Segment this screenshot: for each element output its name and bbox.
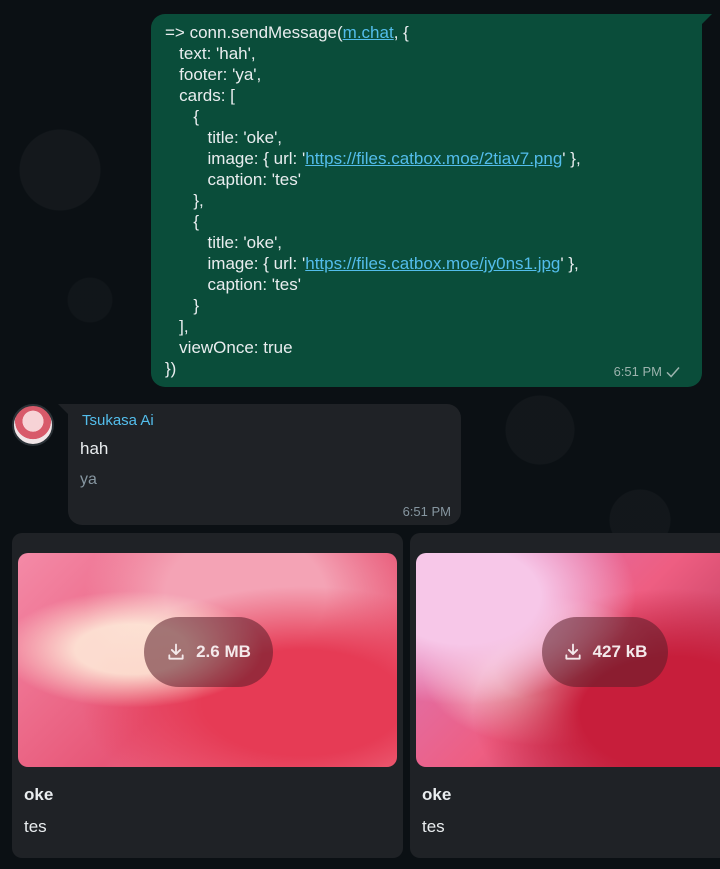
download-icon bbox=[564, 643, 581, 660]
code-link[interactable]: https://files.catbox.moe/jy0ns1.jpg bbox=[305, 254, 560, 273]
code-line: ], bbox=[165, 317, 189, 336]
card-caption: tes bbox=[422, 817, 445, 836]
message-time: 6:51 PM bbox=[402, 504, 451, 519]
file-size: 427 kB bbox=[592, 642, 648, 661]
code-message-text: => conn.sendMessage(m.chat, { text: 'hah… bbox=[165, 22, 688, 379]
code-line: } bbox=[165, 296, 200, 315]
code-link[interactable]: https://files.catbox.moe/2tiav7.png bbox=[305, 149, 562, 168]
code-line: footer: 'ya', bbox=[165, 65, 262, 84]
code-line: image: { url: 'https://files.catbox.moe/… bbox=[165, 149, 581, 168]
carousel-card[interactable]: 2.6 MB oke tes bbox=[12, 533, 403, 858]
incoming-message-bubble[interactable]: Tsukasa Ai hah ya 6:51 PM bbox=[58, 404, 461, 525]
card-image[interactable]: 427 kB bbox=[416, 553, 720, 767]
message-time: 6:51 PM bbox=[613, 364, 662, 379]
sender-name[interactable]: Tsukasa Ai bbox=[82, 412, 449, 429]
carousel-card[interactable]: 427 kB oke tes bbox=[410, 533, 720, 858]
code-line: title: 'oke', bbox=[165, 233, 283, 252]
message-footer: ya bbox=[80, 471, 97, 488]
code-line: { bbox=[165, 212, 200, 231]
code-line: => conn.sendMessage(m.chat, { bbox=[165, 23, 409, 42]
code-line: caption: 'tes' bbox=[165, 275, 301, 294]
code-line: cards: [ bbox=[165, 86, 235, 105]
download-button[interactable]: 427 kB bbox=[542, 617, 668, 687]
code-line: image: { url: 'https://files.catbox.moe/… bbox=[165, 254, 579, 273]
code-line: text: 'hah', bbox=[165, 44, 256, 63]
code-link[interactable]: m.chat bbox=[343, 23, 394, 42]
outgoing-message-bubble[interactable]: => conn.sendMessage(m.chat, { text: 'hah… bbox=[151, 14, 712, 387]
file-size: 2.6 MB bbox=[196, 642, 251, 661]
code-line: }) bbox=[165, 359, 177, 378]
code-line: title: 'oke', bbox=[165, 128, 283, 147]
code-line: }, bbox=[165, 191, 204, 210]
message-text: hah bbox=[80, 439, 109, 458]
code-line: { bbox=[165, 107, 200, 126]
card-image[interactable]: 2.6 MB bbox=[18, 553, 397, 767]
card-caption: tes bbox=[24, 817, 47, 836]
code-line: viewOnce: true bbox=[165, 338, 293, 357]
card-title: oke bbox=[24, 785, 54, 804]
check-icon bbox=[666, 367, 680, 378]
avatar[interactable] bbox=[12, 404, 54, 446]
card-title: oke bbox=[422, 785, 452, 804]
download-icon bbox=[168, 643, 184, 660]
code-line: caption: 'tes' bbox=[165, 170, 301, 189]
download-button[interactable]: 2.6 MB bbox=[144, 617, 273, 687]
